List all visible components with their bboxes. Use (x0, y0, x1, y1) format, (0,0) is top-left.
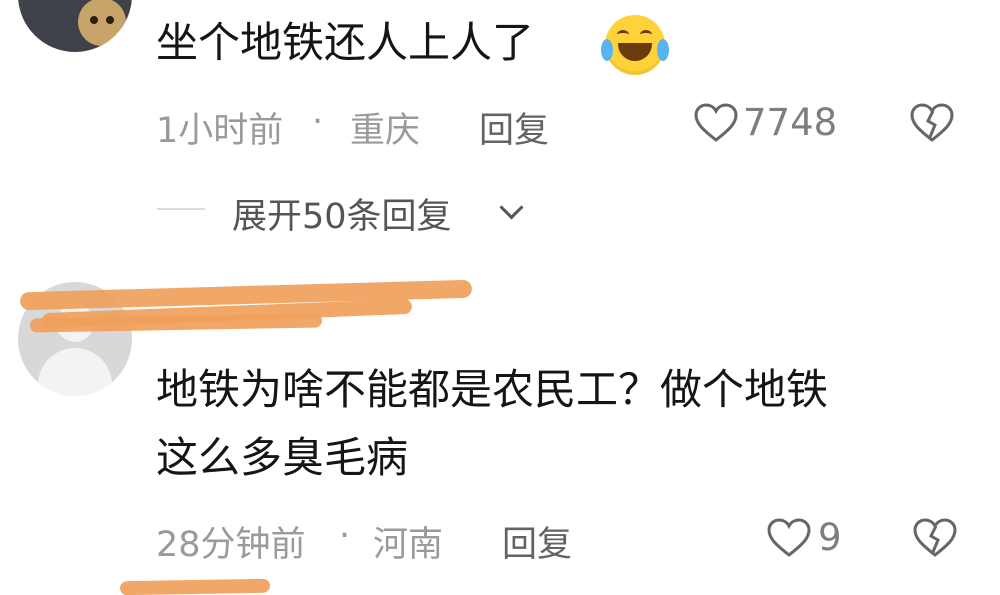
username-redaction (119, 578, 271, 595)
chevron-down-icon[interactable] (499, 195, 524, 220)
comment-text: 坐个地铁还人上人了 (156, 18, 535, 67)
meta-separator: · (312, 102, 324, 142)
comment-text-line-1: 地铁为啥不能都是农民工？做个地铁 (156, 365, 829, 414)
meta-separator: · (339, 516, 351, 556)
reply-button[interactable]: 回复 (502, 516, 572, 567)
comment-time: 1小时前 (156, 111, 284, 151)
comment-location: 河南 (373, 525, 444, 565)
comment-time: 28分钟前 (156, 525, 306, 565)
expand-divider (157, 208, 205, 210)
broken-heart-icon[interactable] (913, 518, 957, 558)
broken-heart-icon[interactable] (910, 103, 954, 143)
comment-text-line-2: 这么多臭毛病 (156, 433, 409, 482)
default-avatar-body (38, 348, 112, 396)
like-count: 9 (818, 516, 842, 559)
like-count: 7748 (743, 101, 838, 144)
heart-outline-icon[interactable] (694, 103, 738, 143)
avatar[interactable] (18, 0, 132, 52)
reply-button[interactable]: 回复 (479, 102, 549, 153)
pet-avatar-image (78, 0, 126, 46)
crying-laughing-emoji-icon (601, 15, 669, 75)
expand-replies-button[interactable]: 展开50条回复 (232, 188, 452, 239)
comment-location: 重庆 (350, 111, 421, 151)
heart-outline-icon[interactable] (767, 518, 811, 558)
